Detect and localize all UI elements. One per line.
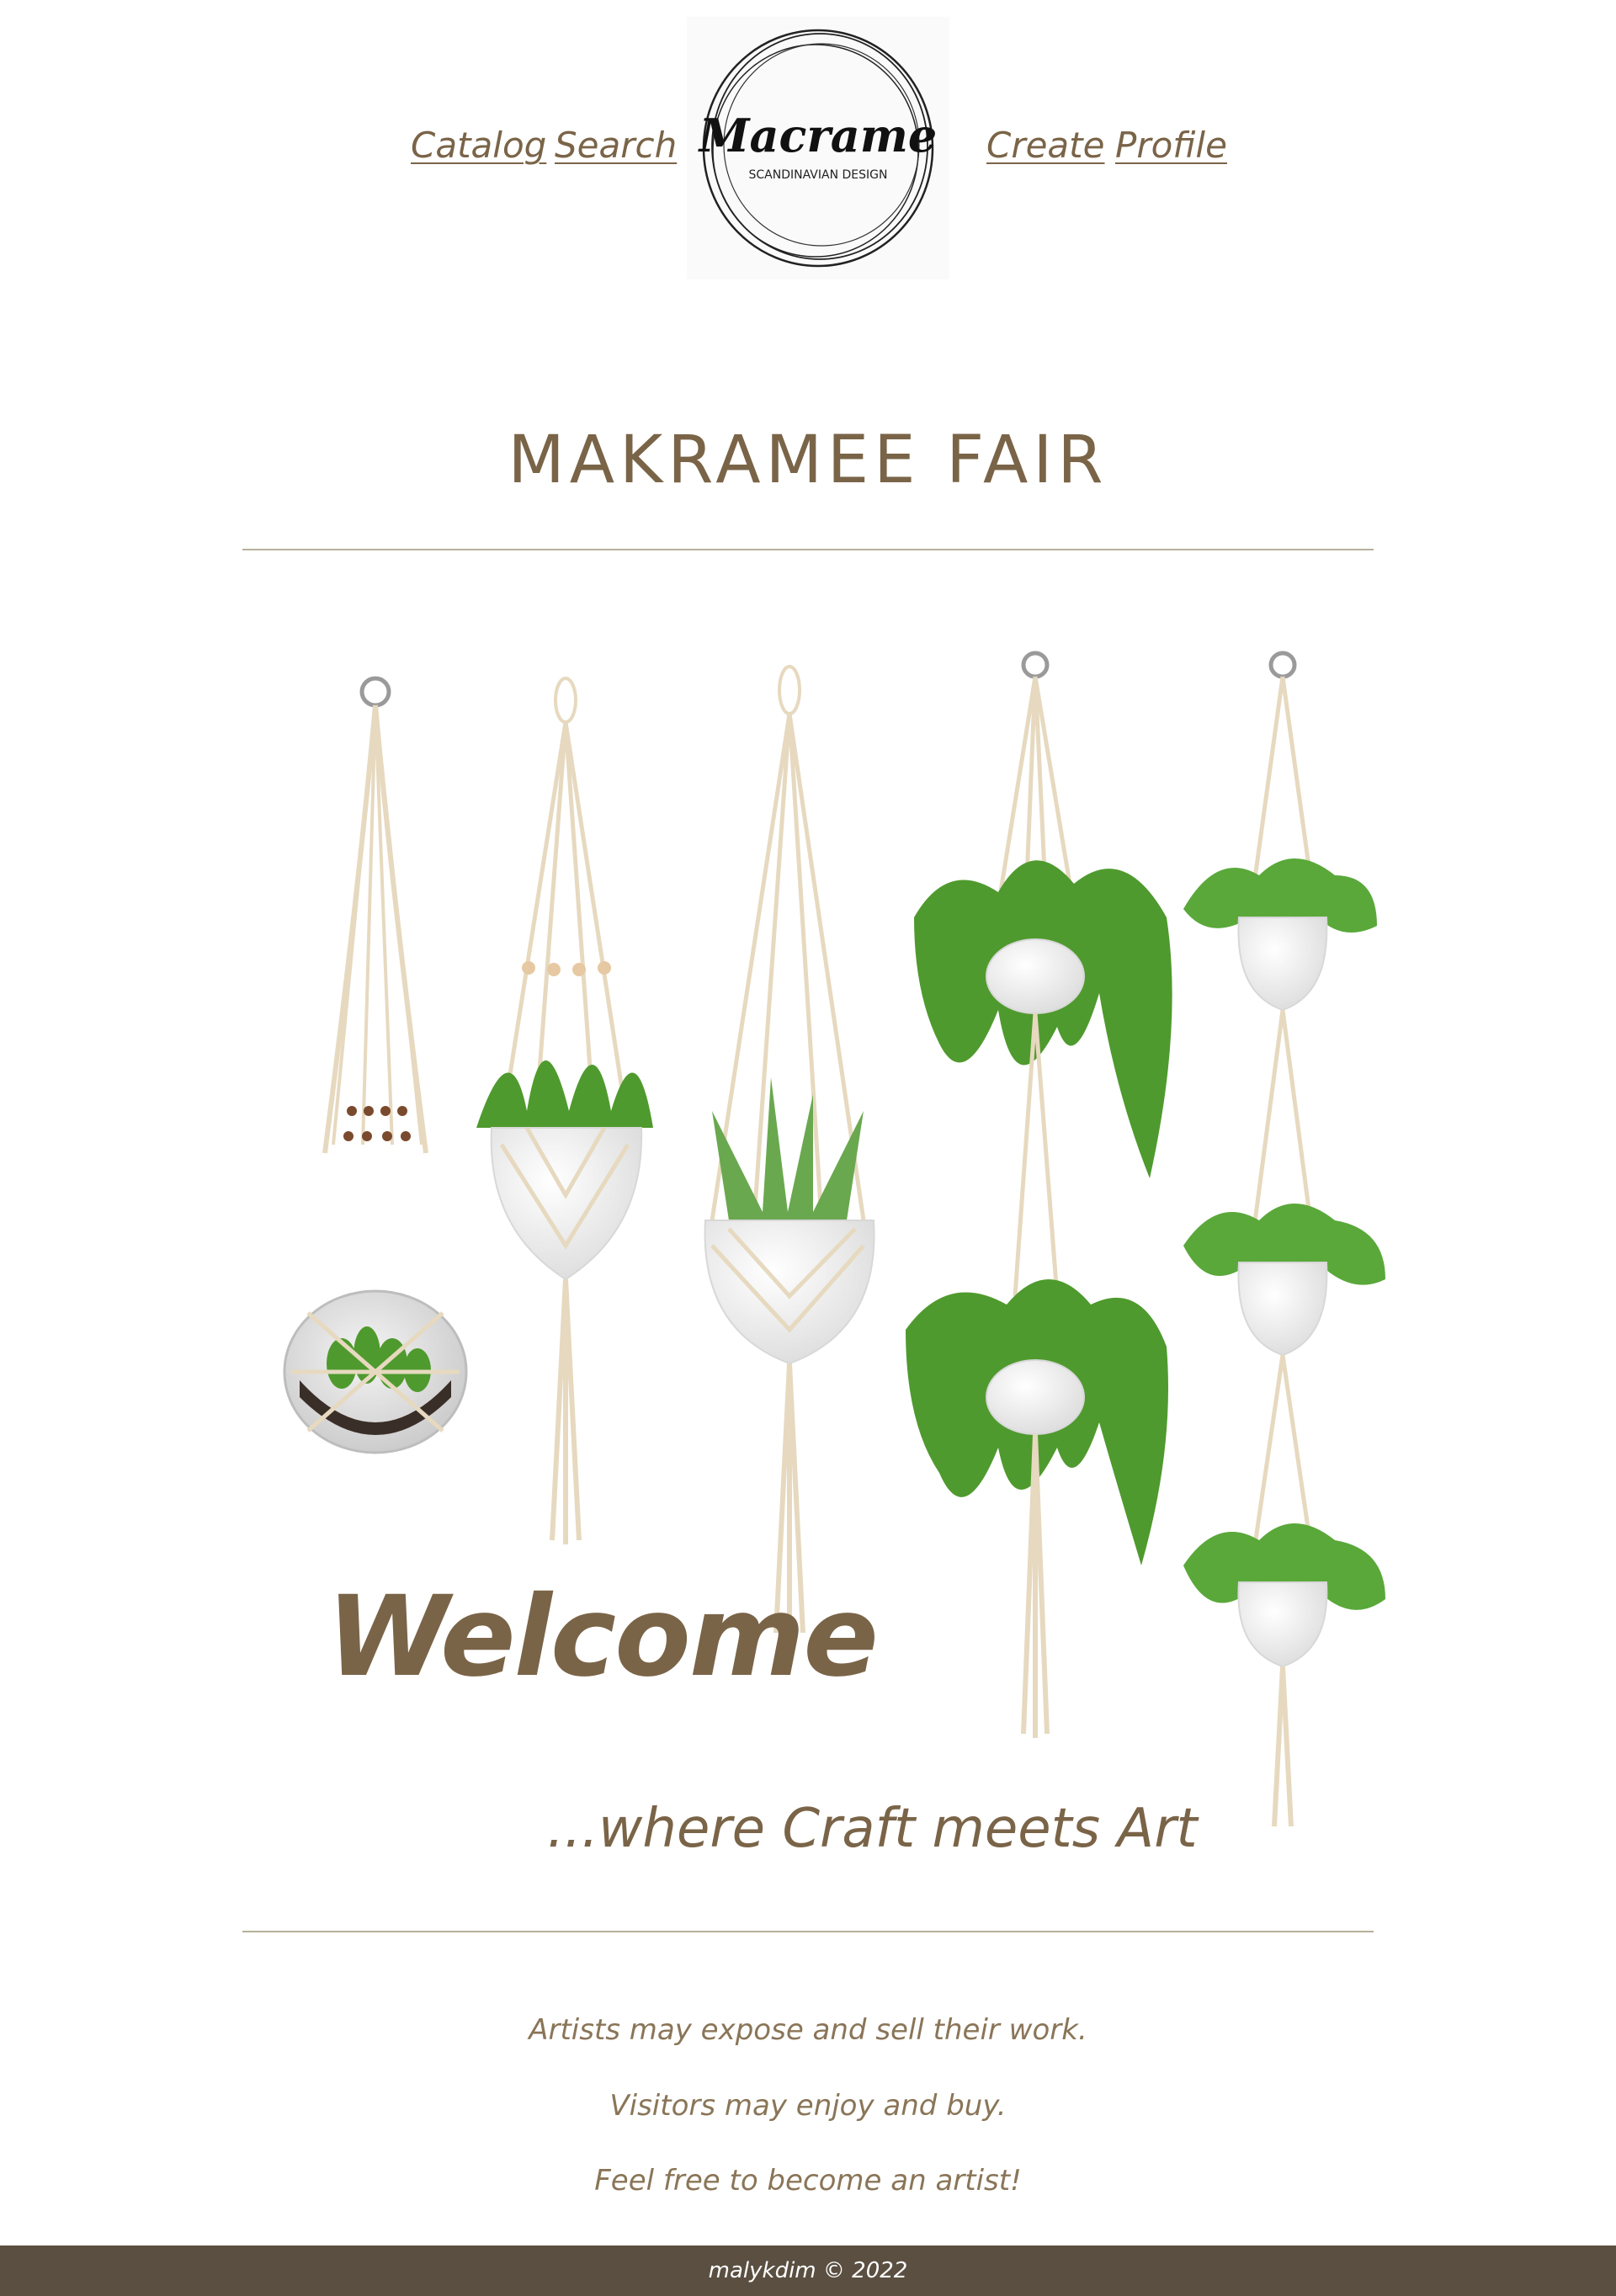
planter-white-pot-2 — [704, 665, 875, 1637]
nav-link-create[interactable]: Create — [986, 125, 1104, 166]
logo-rings-icon: Macrame SCANDINAVIAN DESIGN — [698, 29, 938, 268]
logo-subtitle: SCANDINAVIAN DESIGN — [749, 168, 888, 182]
hero-tagline: ...where Craft meets Art — [547, 1798, 1198, 1860]
hero-welcome-heading: Welcome — [327, 1572, 879, 1702]
main-nav: Catalog Search Macrame SCANDINAVIAN DESI… — [0, 0, 1616, 286]
nav-link-profile[interactable]: Profile — [1115, 125, 1227, 166]
info-line-become-artist: Feel free to become an artist! — [594, 2164, 1022, 2198]
logo-wordmark: Macrame — [698, 109, 938, 162]
planter-triple-tier — [1183, 651, 1385, 1827]
info-line-visitors: Visitors may enjoy and buy. — [609, 2089, 1007, 2123]
nav-link-search[interactable]: Search — [555, 125, 677, 166]
divider — [242, 1931, 1374, 1932]
planter-white-pot-1 — [476, 677, 653, 1544]
divider — [242, 549, 1374, 550]
page-title: MAKRAMEE FAIR — [508, 423, 1108, 499]
nav-link-catalog[interactable]: Catalog — [411, 125, 546, 166]
planter-terrarium — [283, 676, 468, 1454]
footer: malykdim © 2022 — [0, 2246, 1616, 2296]
planter-double-tier — [906, 651, 1172, 1738]
info-line-artists: Artists may expose and sell their work. — [529, 2013, 1087, 2047]
site-logo[interactable]: Macrame SCANDINAVIAN DESIGN — [687, 17, 949, 279]
footer-copyright: malykdim © 2022 — [708, 2258, 908, 2283]
